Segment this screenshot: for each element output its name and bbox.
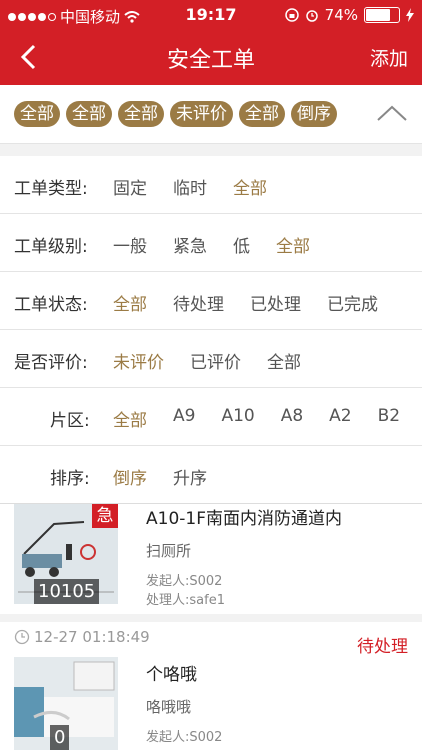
filter-tag-sort[interactable]: 倒序 [291,101,337,127]
option-fixed[interactable]: 固定 [113,174,147,199]
add-button[interactable]: 添加 [370,44,408,71]
alarm-icon [305,10,318,22]
page-title: 安全工单 [166,48,255,73]
active-filter-tags: 全部 全部 全部 未评价 全部 倒序 [14,101,337,127]
order-status: 待处理 [357,637,408,657]
order-initiator: 发起人:S002 [146,730,223,745]
filter-row-type: 工单类型: 固定 临时 全部 [0,156,422,214]
option-completed[interactable]: 已完成 [327,290,378,315]
urgent-badge: 急 [92,504,118,528]
order-title: A10-1F南面内消防通道内 [146,509,342,529]
option-processed[interactable]: 已处理 [250,290,301,315]
filter-label: 工单级别: [14,237,88,257]
option-a8[interactable]: A8 [281,406,303,431]
order-thumbnail: 0 [14,657,118,750]
filter-tag-level[interactable]: 全部 [66,101,112,127]
clock-icon [14,629,30,645]
option-all[interactable]: 全部 [113,406,147,431]
order-title: 个咯哦 [146,665,197,685]
order-card[interactable]: 急 10105 A10-1F南面内消防通道内 扫厕所 发起人:S002 处理人:… [0,503,422,614]
charging-icon [406,8,414,22]
order-initiator: 发起人:S002 [146,574,223,589]
filter-row-sort: 排序: 倒序 升序 [0,446,422,503]
rotation-lock-icon [284,8,299,22]
filter-label: 工单状态: [14,295,88,315]
order-card[interactable]: 12-27 01:18:49 待处理 0 个咯哦 咯哦哦 发起人:S002 [0,622,422,750]
option-all[interactable]: 全部 [233,174,267,199]
option-b2[interactable]: B2 [378,406,400,431]
option-not-evaluated[interactable]: 未评价 [113,348,164,373]
filter-label: 排序: [50,469,90,489]
image-count: 0 [50,725,70,750]
order-thumbnail: 急 10105 [14,504,118,604]
order-time-row: 12-27 01:18:49 [14,628,150,646]
filter-tag-area[interactable]: 全部 [239,101,285,127]
order-subtitle: 咯哦哦 [146,698,192,716]
option-pending[interactable]: 待处理 [173,290,224,315]
chevron-up-icon[interactable] [376,103,408,123]
active-filter-bar: 全部 全部 全部 未评价 全部 倒序 [0,85,422,144]
filter-row-evaluation: 是否评价: 未评价 已评价 全部 [0,330,422,388]
header-bar: 中国移动 19:17 74% 安全工单 添加 [0,0,422,85]
option-normal[interactable]: 一般 [113,232,147,257]
option-all[interactable]: 全部 [113,290,147,315]
option-temporary[interactable]: 临时 [173,174,207,199]
option-urgent[interactable]: 紧急 [173,232,207,257]
order-handler: 处理人:safe1 [146,593,225,608]
filter-label: 是否评价: [14,353,88,373]
option-evaluated[interactable]: 已评价 [190,348,241,373]
filter-row-area: 片区: 全部 A9 A10 A8 A2 B2 [0,388,422,446]
order-time: 12-27 01:18:49 [34,628,150,646]
battery-icon [364,7,400,23]
image-count: 10105 [34,579,100,604]
option-low[interactable]: 低 [233,232,250,257]
option-all[interactable]: 全部 [267,348,301,373]
option-a9[interactable]: A9 [173,406,195,431]
battery-percent: 74% [324,6,358,24]
filter-panel: 工单类型: 固定 临时 全部 工单级别: 一般 紧急 低 全部 工单状态: 全部… [0,156,422,503]
filter-row-status: 工单状态: 全部 待处理 已处理 已完成 [0,272,422,330]
filter-label: 片区: [50,411,90,431]
option-a2[interactable]: A2 [329,406,351,431]
status-bar: 中国移动 19:17 74% [0,0,422,30]
filter-tag-status[interactable]: 全部 [118,101,164,127]
option-a10[interactable]: A10 [221,406,254,431]
nav-bar: 安全工单 添加 [0,30,422,85]
filter-tag-evaluation[interactable]: 未评价 [170,101,233,127]
filter-label: 工单类型: [14,179,88,199]
option-ascending[interactable]: 升序 [173,464,207,489]
order-subtitle: 扫厕所 [146,542,192,560]
option-all[interactable]: 全部 [276,232,310,257]
filter-row-level: 工单级别: 一般 紧急 低 全部 [0,214,422,272]
option-descending[interactable]: 倒序 [113,464,147,489]
filter-tag-type[interactable]: 全部 [14,101,60,127]
